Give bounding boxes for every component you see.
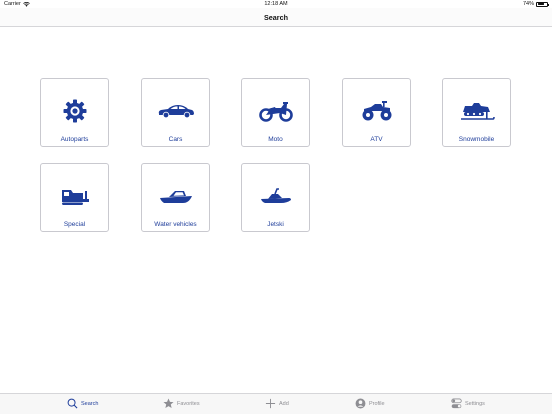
category-label: Moto — [268, 136, 283, 143]
page-title: Search — [264, 13, 288, 22]
tab-label: Search — [81, 400, 99, 407]
settings-toggle-icon — [451, 398, 462, 409]
tab-label: Settings — [465, 400, 485, 407]
navigation-bar: Search — [0, 8, 552, 27]
category-tile-cars[interactable]: Cars — [141, 78, 210, 147]
category-label: ATV — [370, 136, 383, 143]
gear-icon — [63, 99, 86, 123]
motorcycle-icon — [258, 102, 293, 122]
battery-percent: 74% — [522, 1, 534, 7]
category-tile-special[interactable]: Special — [40, 163, 109, 232]
category-label: Autoparts — [60, 136, 89, 143]
tab-add[interactable]: Add — [265, 398, 289, 409]
category-label: Water vehicles — [154, 221, 197, 228]
tab-search[interactable]: Search — [67, 398, 98, 409]
category-label: Cars — [168, 136, 183, 143]
category-tile-jetski[interactable]: Jetski — [241, 163, 310, 232]
star-icon — [163, 398, 174, 408]
status-bar: Carrier 12:18 AM 74% — [0, 0, 552, 8]
category-tile-water-vehicles[interactable]: Water vehicles — [141, 163, 210, 232]
category-tile-atv[interactable]: ATV — [342, 78, 411, 147]
battery-icon — [536, 1, 549, 7]
category-tile-moto[interactable]: Moto — [241, 78, 310, 147]
category-grid: Autoparts Cars Moto ATV Snowmobile Speci… — [0, 27, 552, 393]
tab-settings[interactable]: Settings — [451, 398, 485, 409]
search-icon — [67, 398, 78, 409]
battery-level — [537, 3, 545, 5]
category-tile-autoparts[interactable]: Autoparts — [40, 78, 109, 147]
tab-label: Profile — [369, 400, 385, 407]
special-vehicle-icon — [61, 190, 89, 205]
jetski-icon — [260, 188, 291, 203]
tab-label: Favorites — [177, 400, 200, 407]
status-time: 12:18 AM — [264, 1, 288, 7]
tab-favorites[interactable]: Favorites — [163, 398, 200, 409]
tab-profile[interactable]: Profile — [355, 398, 385, 409]
plus-icon — [265, 398, 276, 409]
car-icon — [158, 105, 194, 119]
snowmobile-icon — [460, 103, 495, 120]
category-label: Snowmobile — [458, 136, 495, 143]
tab-label: Add — [279, 400, 289, 407]
category-tile-snowmobile[interactable]: Snowmobile — [442, 78, 511, 147]
profile-icon — [355, 398, 366, 409]
category-label: Jetski — [267, 221, 284, 228]
tab-bar: Search Favorites Add Profile Settings — [0, 393, 552, 414]
atv-icon — [362, 101, 391, 121]
category-label: Special — [63, 221, 86, 228]
boat-icon — [159, 191, 192, 203]
